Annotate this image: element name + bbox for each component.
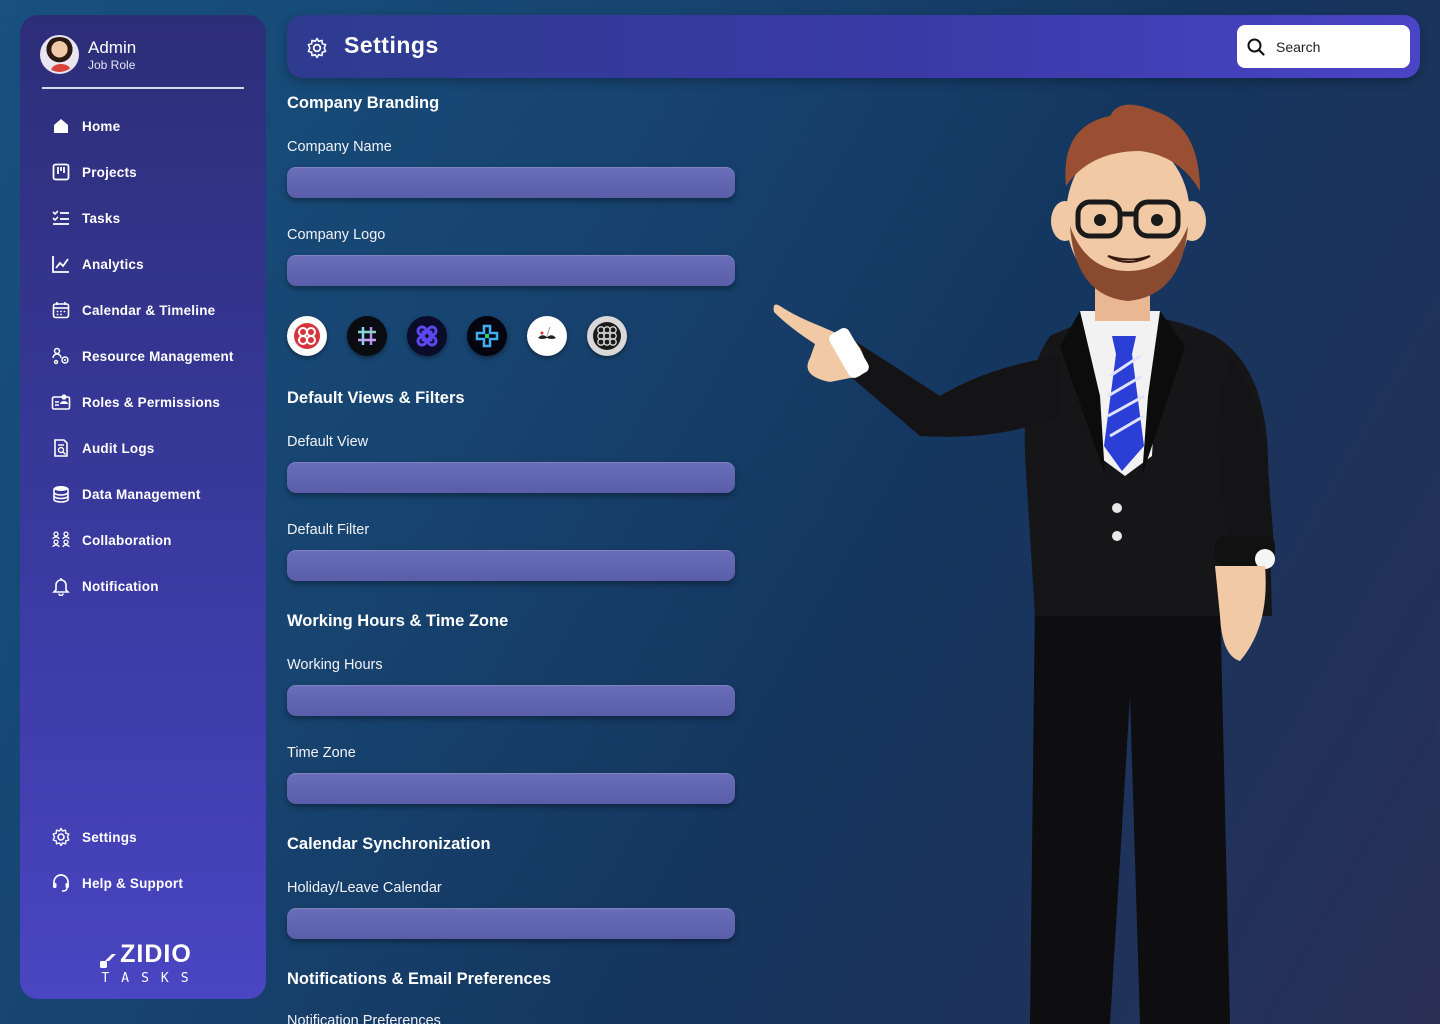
sidebar-item-resource-management[interactable]: Resource Management <box>50 333 250 379</box>
businessman-illustration <box>760 96 1320 1024</box>
working-hours-field[interactable] <box>287 685 735 716</box>
sidebar-item-label: Tasks <box>82 210 121 226</box>
default-filter-label: Default Filter <box>287 522 370 538</box>
sidebar-item-label: Data Management <box>82 486 201 502</box>
sidebar-item-data-management[interactable]: Data Management <box>50 471 250 517</box>
resource-icon <box>50 345 72 367</box>
section-title-company-branding: Company Branding <box>287 94 440 112</box>
headset-icon <box>50 872 72 894</box>
sidebar-item-help-support[interactable]: Help & Support <box>50 860 250 906</box>
profile-name: Admin <box>88 37 137 57</box>
logo-option-pattern[interactable] <box>587 316 627 356</box>
logo-option-hash-gradient[interactable] <box>347 316 387 356</box>
sidebar-item-label: Settings <box>82 829 137 845</box>
tasks-icon <box>50 207 72 229</box>
search-icon <box>1247 38 1265 56</box>
company-name-label: Company Name <box>287 139 392 155</box>
company-logo-field[interactable] <box>287 255 735 286</box>
section-title-notifications: Notifications & Email Preferences <box>287 970 552 988</box>
sidebar: Admin Job Role Home Projects Tasks Analy… <box>20 15 266 999</box>
sidebar-item-label: Projects <box>82 164 137 180</box>
zidio-mark-icon <box>100 947 117 968</box>
profile-divider <box>42 87 244 89</box>
time-zone-field[interactable] <box>287 773 735 804</box>
projects-icon <box>50 161 72 183</box>
sidebar-item-analytics[interactable]: Analytics <box>50 241 250 287</box>
search-box[interactable] <box>1237 25 1410 68</box>
company-logo-label: Company Logo <box>287 227 386 243</box>
avatar <box>40 35 79 74</box>
logo-option-cross-cyan[interactable] <box>467 316 507 356</box>
working-hours-label: Working Hours <box>287 657 383 673</box>
sidebar-item-audit-logs[interactable]: Audit Logs <box>50 425 250 471</box>
calendar-icon <box>50 299 72 321</box>
notification-preferences-label: Notification Preferences <box>287 1013 441 1024</box>
holiday-calendar-label: Holiday/Leave Calendar <box>287 880 442 896</box>
logo-option-command-blue[interactable] <box>407 316 447 356</box>
audit-icon <box>50 437 72 459</box>
sidebar-item-home[interactable]: Home <box>50 103 250 149</box>
sidebar-nav: Home Projects Tasks Analytics Calendar &… <box>50 103 250 609</box>
logo-option-red-knot[interactable] <box>287 316 327 356</box>
sidebar-item-label: Home <box>82 118 121 134</box>
sidebar-item-label: Collaboration <box>82 532 172 548</box>
gear-icon <box>306 37 328 59</box>
logo-option-mustache[interactable] <box>527 316 567 356</box>
search-input[interactable] <box>1276 38 1396 55</box>
top-header: Settings <box>287 15 1420 78</box>
logo-options <box>287 316 647 356</box>
sidebar-bottom-nav: Settings Help & Support <box>50 814 250 906</box>
company-name-field[interactable] <box>287 167 735 198</box>
brand-sub: TASKS <box>101 971 201 986</box>
time-zone-label: Time Zone <box>287 745 356 761</box>
database-icon <box>50 483 72 505</box>
sidebar-item-roles-permissions[interactable]: Roles & Permissions <box>50 379 250 425</box>
section-title-default-views: Default Views & Filters <box>287 389 465 407</box>
sidebar-item-label: Audit Logs <box>82 440 155 456</box>
section-title-calendar-sync: Calendar Synchronization <box>287 835 491 853</box>
default-view-field[interactable] <box>287 462 735 493</box>
analytics-icon <box>50 253 72 275</box>
sidebar-item-label: Roles & Permissions <box>82 394 221 410</box>
sidebar-item-projects[interactable]: Projects <box>50 149 250 195</box>
sidebar-item-label: Analytics <box>82 256 144 272</box>
sidebar-item-label: Resource Management <box>82 348 234 364</box>
default-view-label: Default View <box>287 434 369 450</box>
page-title: Settings <box>344 32 439 58</box>
sidebar-item-label: Help & Support <box>82 875 184 891</box>
collaboration-icon <box>50 529 72 551</box>
roles-icon <box>50 391 72 413</box>
default-filter-field[interactable] <box>287 550 735 581</box>
brand-name: ZIDIO <box>120 940 192 968</box>
sidebar-item-collaboration[interactable]: Collaboration <box>50 517 250 563</box>
user-profile[interactable]: Admin Job Role <box>40 35 136 74</box>
brand-logo: ZIDIO TASKS <box>86 940 206 986</box>
section-title-working-hours: Working Hours & Time Zone <box>287 612 509 630</box>
sidebar-item-label: Calendar & Timeline <box>82 302 216 318</box>
sidebar-item-notification[interactable]: Notification <box>50 563 250 609</box>
home-icon <box>50 115 72 137</box>
profile-role: Job Role <box>88 57 136 72</box>
gear-icon <box>50 826 72 848</box>
sidebar-item-tasks[interactable]: Tasks <box>50 195 250 241</box>
holiday-calendar-field[interactable] <box>287 908 735 939</box>
sidebar-item-calendar[interactable]: Calendar & Timeline <box>50 287 250 333</box>
bell-icon <box>50 575 72 597</box>
sidebar-item-label: Notification <box>82 578 159 594</box>
sidebar-item-settings[interactable]: Settings <box>50 814 250 860</box>
